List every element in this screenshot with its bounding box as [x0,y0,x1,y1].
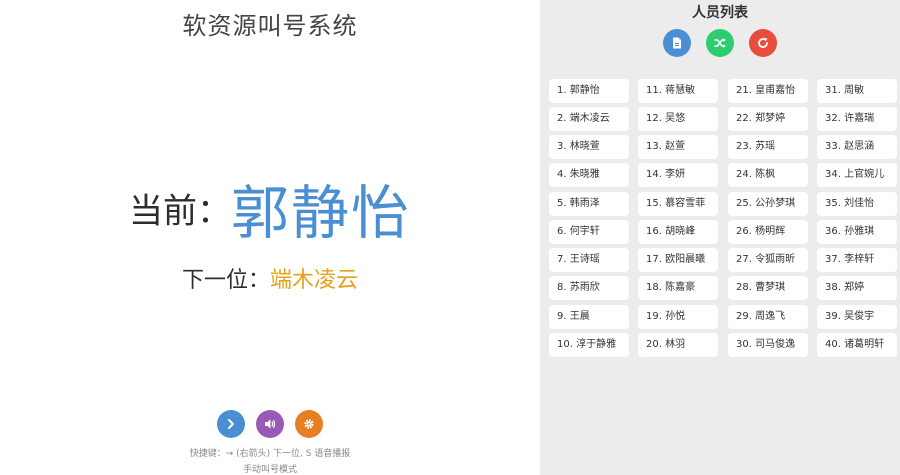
list-item[interactable]: 3. 林晓萱 [549,135,629,159]
shortcut-hint: 快捷键：→ (右箭头) 下一位, S 语音播报 [189,449,351,459]
list-item[interactable]: 17. 欧阳晨曦 [638,248,718,272]
current-caller: 当前：郭静怡 [0,166,540,250]
list-item[interactable]: 14. 李妍 [638,163,718,187]
list-item[interactable]: 35. 刘佳怡 [817,192,897,216]
list-item[interactable]: 8. 苏雨欣 [549,276,629,300]
list-item[interactable]: 30. 司马俊逸 [728,333,808,357]
list-item[interactable]: 9. 王晨 [549,305,629,329]
next-name: 端木凌云 [270,268,359,293]
list-item[interactable]: 21. 皇甫嘉怡 [728,79,808,103]
list-item[interactable]: 15. 慕容雪菲 [638,192,718,216]
next-caller: 下一位：端木凌云 [0,262,540,294]
list-item[interactable]: 36. 孙雅琪 [817,220,897,244]
list-item[interactable]: 33. 赵思涵 [817,135,897,159]
list-item[interactable]: 13. 赵萱 [638,135,718,159]
list-item[interactable]: 38. 郑婷 [817,276,897,300]
list-item[interactable]: 37. 李梓轩 [817,248,897,272]
next-button[interactable] [216,410,245,438]
next-label: 下一位： [181,268,270,293]
list-item[interactable]: 2. 端木凌云 [549,107,629,131]
app-title: 软资源叫号系统 [182,12,358,40]
person-list-panel: 人员列表 1. 郭静怡 2. 端木凌云 3. 林晓萱 4. 朱晓雅 5. 韩雨泽… [540,0,900,475]
mode-label: 手动叫号模式 [242,465,297,475]
list-item[interactable]: 6. 何宇轩 [549,220,629,244]
list-item[interactable]: 7. 王诗瑶 [549,248,629,272]
list-item[interactable]: 28. 曹梦琪 [728,276,808,300]
list-item[interactable]: 12. 吴悠 [638,107,718,131]
chevron-right-icon [227,419,234,429]
current-name: 郭静怡 [230,179,411,247]
list-item[interactable]: 5. 韩雨泽 [549,192,629,216]
list-item[interactable]: 32. 许嘉瑞 [817,107,897,131]
person-grid: 1. 郭静怡 2. 端木凌云 3. 林晓萱 4. 朱晓雅 5. 韩雨泽 6. 何… [540,0,900,475]
list-item[interactable]: 20. 林羽 [638,333,718,357]
settings-button[interactable] [295,410,324,438]
current-label: 当前： [128,191,231,232]
list-item[interactable]: 1. 郭静怡 [549,79,629,103]
control-buttons [0,410,540,438]
list-item[interactable]: 34. 上官婉儿 [817,163,897,187]
list-item[interactable]: 18. 陈嘉豪 [638,276,718,300]
list-item[interactable]: 22. 郑梦婷 [728,107,808,131]
caller-panel: 软资源叫号系统 当前：郭静怡 下一位：端木凌云 快捷键：→ (右箭头) 下一位,… [0,0,540,475]
list-item[interactable]: 31. 周敏 [817,79,897,103]
list-item[interactable]: 16. 胡晓峰 [638,220,718,244]
list-item[interactable]: 19. 孙悦 [638,305,718,329]
speaker-icon [265,419,276,429]
list-item[interactable]: 39. 吴俊宇 [817,305,897,329]
list-item[interactable]: 10. 淳于静雅 [549,333,629,357]
list-item[interactable]: 29. 周逸飞 [728,305,808,329]
list-item[interactable]: 4. 朱晓雅 [549,163,629,187]
list-item[interactable]: 27. 令狐雨昕 [728,248,808,272]
list-item[interactable]: 11. 蒋慧敏 [638,79,718,103]
list-item[interactable]: 40. 诸葛明轩 [817,333,897,357]
list-item[interactable]: 23. 苏瑶 [728,135,808,159]
voice-button[interactable] [256,410,284,438]
gear-icon [304,419,314,429]
list-item[interactable]: 26. 杨明辉 [728,220,808,244]
list-item[interactable]: 25. 公孙梦琪 [728,192,808,216]
list-item[interactable]: 24. 陈枫 [728,163,808,187]
